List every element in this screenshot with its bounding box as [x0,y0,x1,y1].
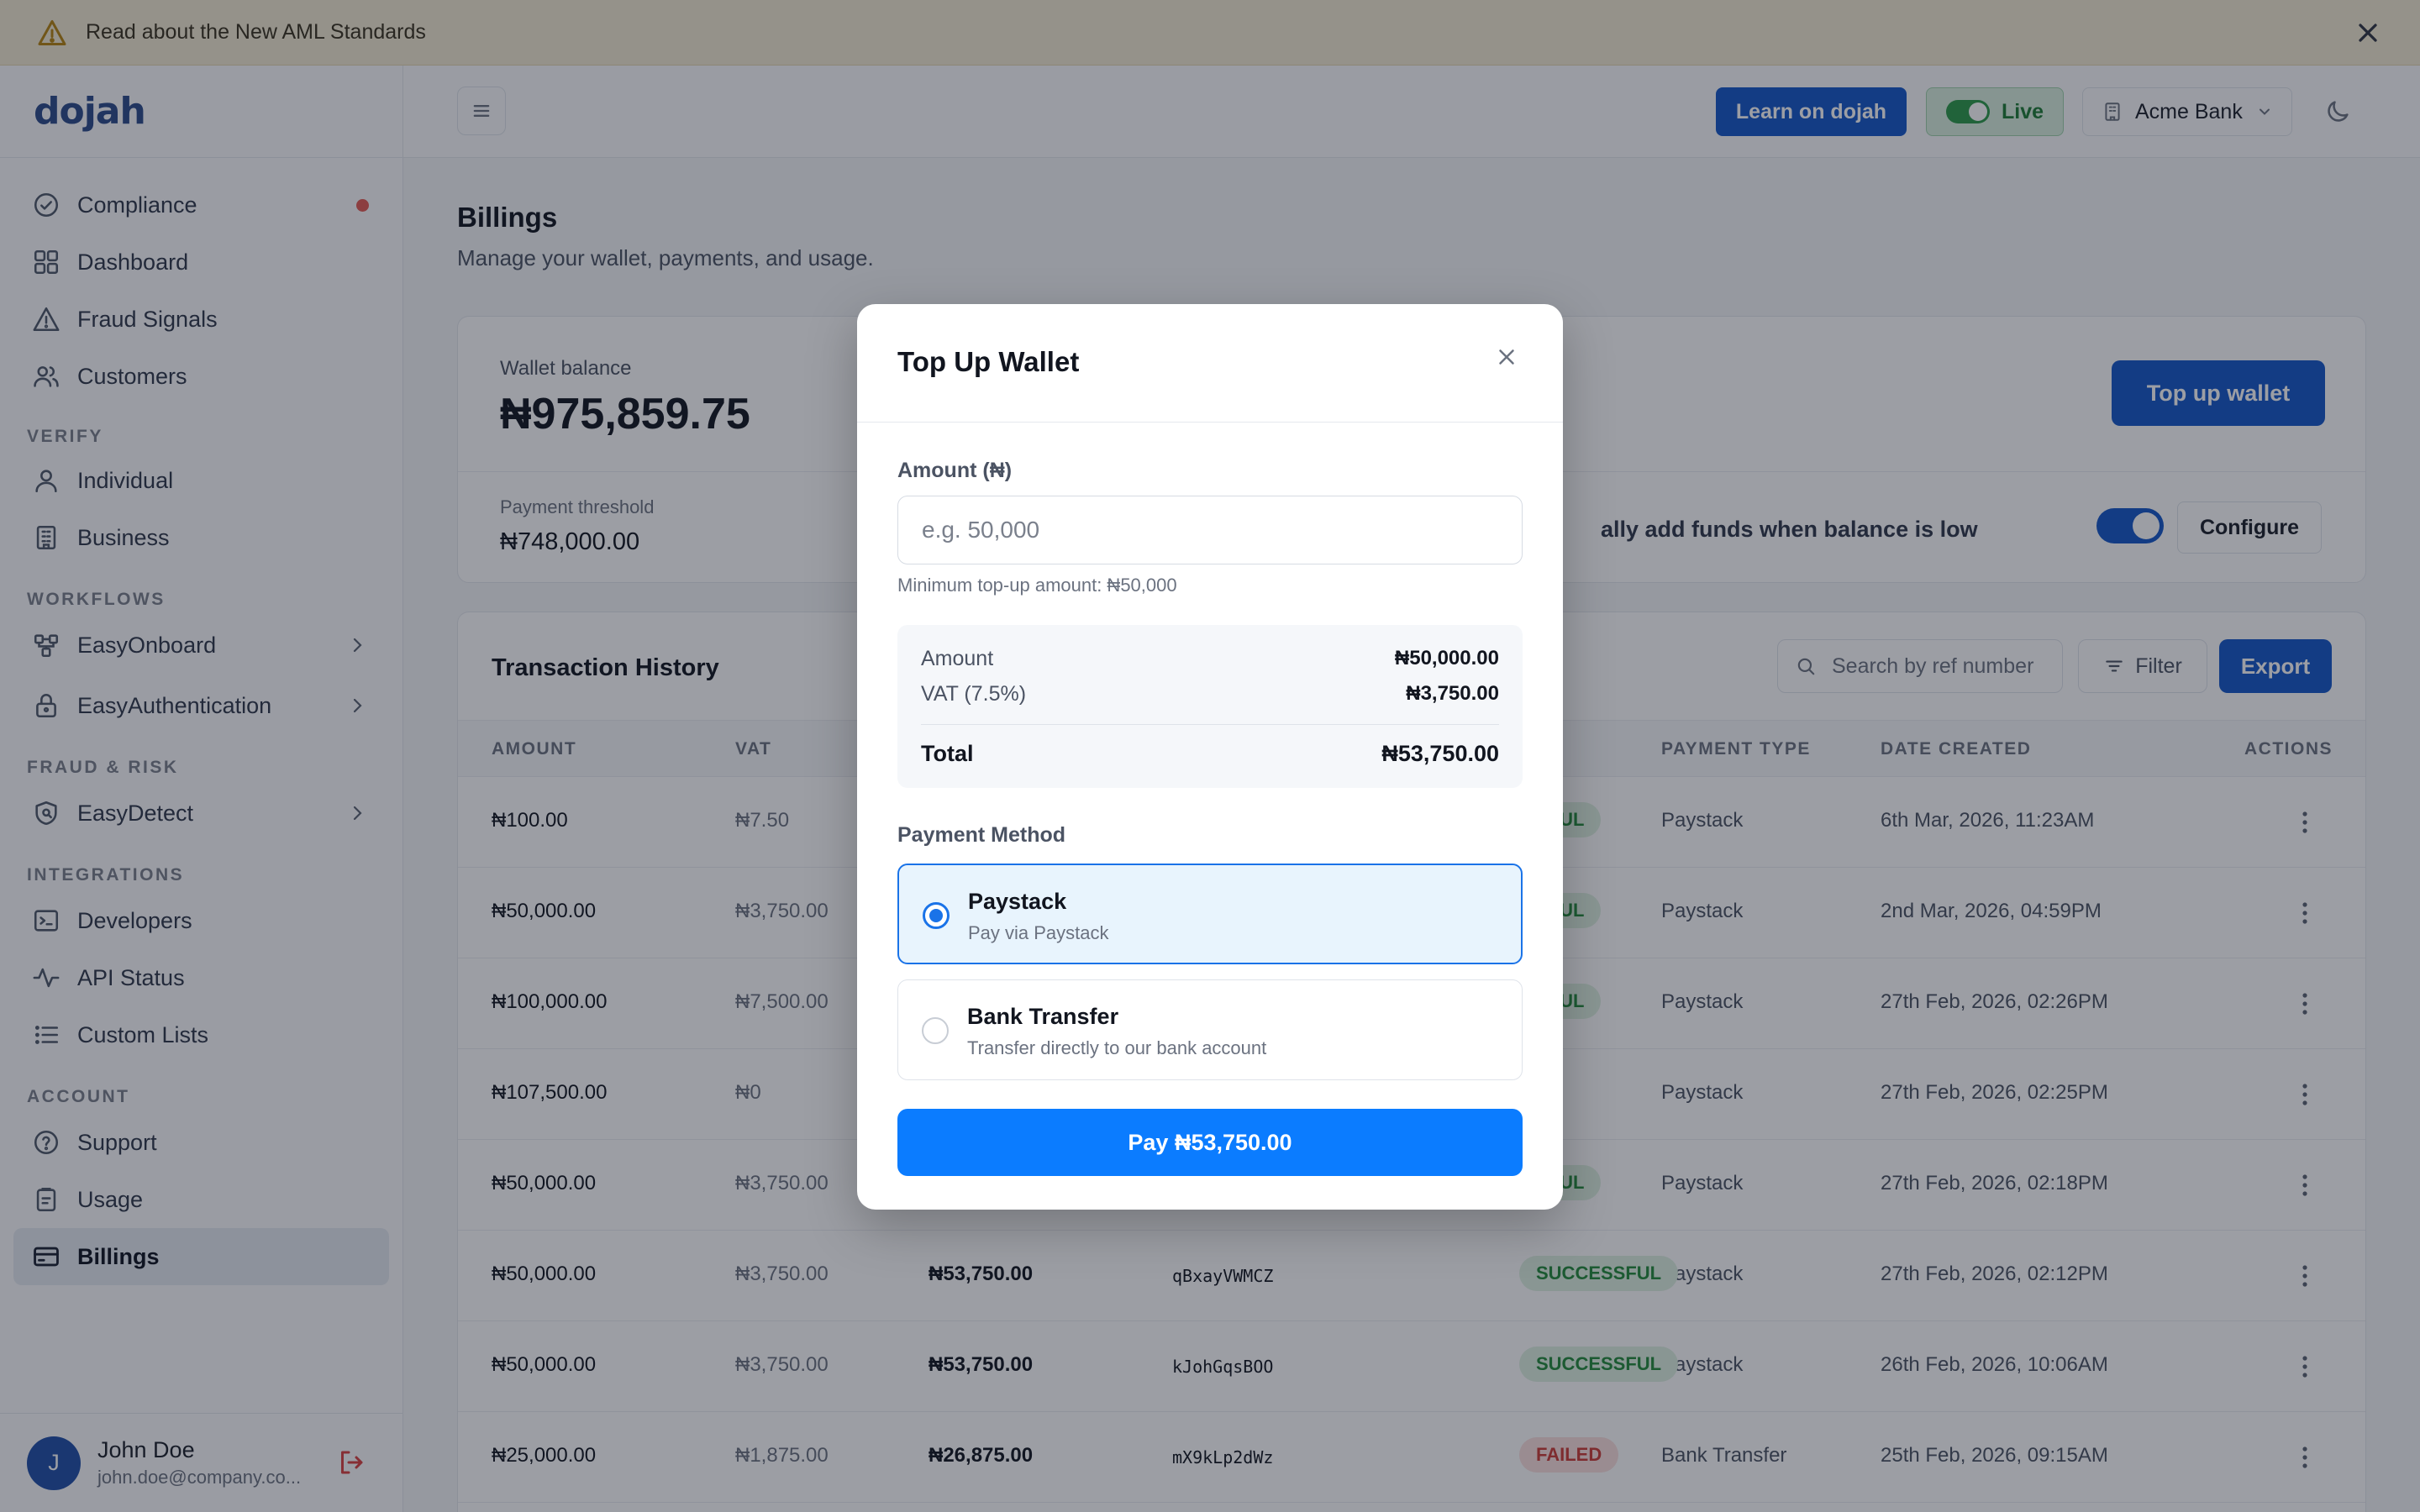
summary-total-label: Total [921,741,974,766]
payment-option-description: Transfer directly to our bank account [967,1037,1267,1058]
top-up-wallet-modal: Top Up Wallet Amount (₦) Minimum top-up … [857,304,1563,1210]
amount-summary: Amount ₦50,000.00 VAT (7.5%) ₦3,750.00 T… [897,625,1523,788]
payment-option-name: Bank Transfer [967,1004,1119,1029]
summary-total-value: ₦53,750.00 [1381,741,1499,766]
amount-label: Amount (₦) [897,459,1013,482]
summary-vat-row: VAT (7.5%) ₦3,750.00 [921,682,1499,706]
radio-unselected-icon[interactable] [922,1017,949,1044]
summary-amount-value: ₦50,000.00 [1394,647,1499,669]
payment-option-bank-transfer[interactable]: Bank Transfer Transfer directly to our b… [897,979,1523,1080]
summary-amount-label: Amount [921,647,994,670]
payment-option-description: Pay via Paystack [968,922,1109,943]
close-icon[interactable] [1494,344,1519,370]
summary-vat-value: ₦3,750.00 [1406,682,1499,705]
amount-input[interactable] [897,496,1523,564]
summary-vat-label: VAT (7.5%) [921,682,1027,706]
minimum-amount-hint: Minimum top-up amount: ₦50,000 [897,575,1177,596]
summary-total-row: Total ₦53,750.00 [921,741,1499,767]
radio-selected-icon[interactable] [923,902,950,929]
modal-title: Top Up Wallet [897,346,1080,377]
divider [921,724,1499,725]
pay-button[interactable]: Pay ₦53,750.00 [897,1109,1523,1176]
payment-option-paystack[interactable]: Paystack Pay via Paystack [897,864,1523,964]
divider [857,422,1563,423]
payment-option-name: Paystack [968,889,1067,914]
payment-method-label: Payment Method [897,823,1066,847]
summary-amount-row: Amount ₦50,000.00 [921,647,1499,671]
